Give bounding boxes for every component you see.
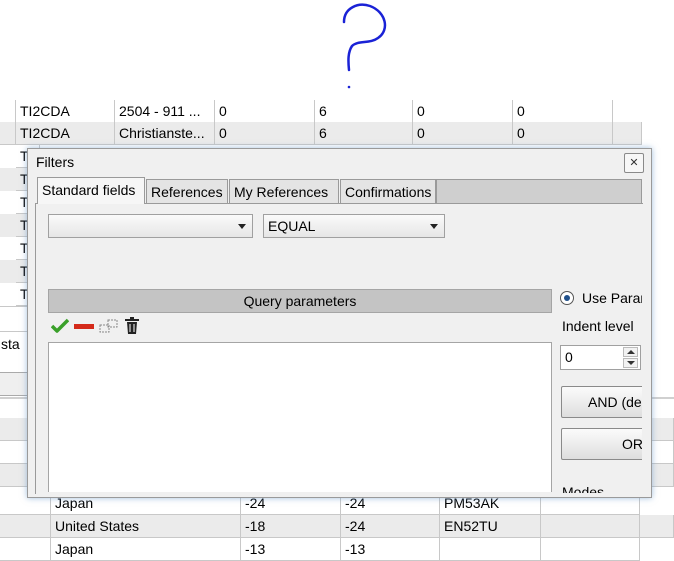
- modes-label: Modes: [562, 484, 605, 493]
- side-panel-text: l sta: [0, 336, 20, 352]
- chevron-down-icon: [430, 224, 438, 229]
- operator-select[interactable]: EQUAL: [263, 214, 445, 238]
- dialog-title: Filters: [36, 154, 75, 170]
- table-row: TI2CDA Christianste... 0 6 0 0: [0, 122, 642, 145]
- trash-icon[interactable]: [125, 317, 139, 335]
- and-button[interactable]: AND (de: [561, 386, 642, 418]
- operator-select-value: EQUAL: [268, 218, 316, 234]
- side-panel-fragment: [0, 306, 30, 332]
- duplicate-icon[interactable]: [99, 319, 119, 333]
- use-params-label: Use Parar: [582, 290, 642, 306]
- tab-my-references[interactable]: My References: [229, 179, 339, 203]
- or-button[interactable]: OR: [561, 428, 642, 460]
- close-button[interactable]: ✕: [624, 153, 644, 173]
- filters-dialog: Filters ✕ Standard fields References My …: [27, 148, 652, 498]
- remove-icon[interactable]: [74, 324, 94, 330]
- indent-level-spinner[interactable]: 0: [560, 345, 641, 370]
- right-options-clip: Use Parar Indent level 0 AND (de OR Mode…: [558, 287, 642, 493]
- spin-down-icon[interactable]: [623, 358, 638, 368]
- tab-references[interactable]: References: [146, 179, 228, 203]
- tab-standard-fields[interactable]: Standard fields: [37, 177, 145, 204]
- chevron-down-icon: [238, 224, 246, 229]
- table-row: TI2CDA 2504 - 911 ... 0 6 0 0: [0, 100, 674, 123]
- indent-level-label: Indent level: [562, 318, 634, 334]
- query-parameters-header: Query parameters: [48, 289, 552, 313]
- tab-confirmations[interactable]: Confirmations: [340, 179, 436, 203]
- use-params-radio[interactable]: [560, 291, 574, 305]
- close-icon: ✕: [629, 157, 639, 169]
- field-select[interactable]: [48, 214, 253, 238]
- indent-level-value: 0: [565, 349, 573, 365]
- question-mark-scribble: [342, 3, 387, 89]
- query-toolbar: [48, 314, 552, 340]
- spin-up-icon[interactable]: [623, 347, 638, 357]
- table-row: United States -18 -24 EN52TU: [0, 515, 674, 538]
- query-parameters-list[interactable]: [48, 342, 552, 492]
- check-icon[interactable]: [51, 318, 69, 334]
